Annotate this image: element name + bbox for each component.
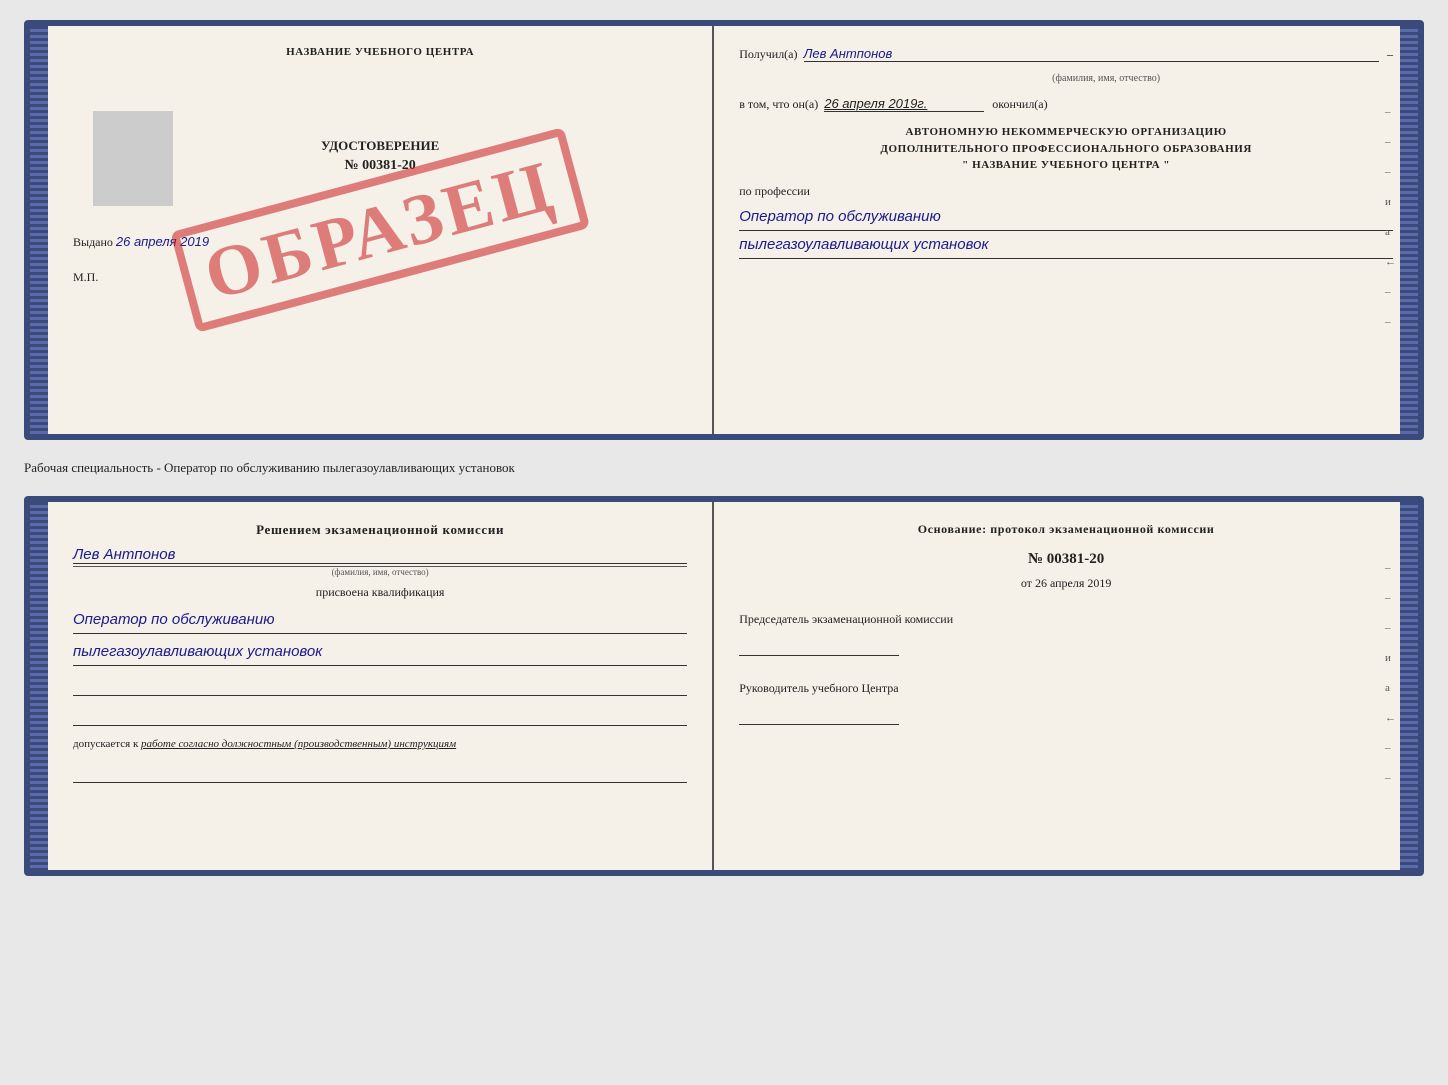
po-professii-label: по профессии [739, 184, 1393, 199]
decision-title: Решением экзаменационной комиссии [73, 522, 687, 538]
vydano-label: Выдано [73, 235, 113, 249]
proto-date-val: 26 апреля 2019 [1035, 576, 1111, 590]
side-mark-а: а [1385, 226, 1396, 238]
cert-vydano: Выдано 26 апреля 2019 [73, 234, 687, 250]
predsedatel-title: Председатель экзаменационной комиссии [739, 611, 1393, 628]
bottom-left-spine [30, 502, 48, 870]
bottom-certificate: Решением экзаменационной комиссии Лев Ан… [24, 496, 1424, 876]
separator-text: Рабочая специальность - Оператор по обсл… [24, 452, 1424, 484]
qual-line1: Оператор по обслуживанию [73, 606, 687, 634]
bsm-arr: ← [1385, 712, 1396, 724]
dopusk-text: допускается к работе согласно должностны… [73, 736, 687, 753]
side-mark-1: – [1385, 106, 1396, 118]
cert-left-panel: НАЗВАНИЕ УЧЕБНОГО ЦЕНТРА УДОСТОВЕРЕНИЕ №… [48, 26, 714, 434]
right-spine [1400, 26, 1418, 434]
side-mark-3: – [1385, 166, 1396, 178]
org-line3: " НАЗВАНИЕ УЧЕБНОГО ЦЕНТРА " [739, 157, 1393, 174]
rukovoditel-title: Руководитель учебного Центра [739, 680, 1393, 697]
empty-line-2 [73, 702, 687, 726]
vtom-row: в том, что он(а) 26 апреля 2019г. окончи… [739, 96, 1393, 112]
predsedatel-block: Председатель экзаменационной комиссии [739, 611, 1393, 656]
org-line2: ДОПОЛНИТЕЛЬНОГО ПРОФЕССИОНАЛЬНОГО ОБРАЗО… [739, 141, 1393, 158]
qual-line2: пылегазоулавливающих установок [73, 638, 687, 666]
vtom-date: 26 апреля 2019г. [824, 96, 984, 112]
bsm-а: а [1385, 682, 1396, 694]
cert-mp: М.П. [73, 270, 687, 285]
bsm-5: – [1385, 772, 1396, 784]
dopusk-value: работе согласно должностным (производств… [141, 738, 456, 750]
bottom-right-side-marks: – – – и а ← – – [1385, 562, 1396, 784]
bottom-left-panel: Решением экзаменационной комиссии Лев Ан… [48, 502, 714, 870]
side-mark-4: – [1385, 286, 1396, 298]
rukovoditel-sign-line [739, 703, 899, 725]
org-line1: АВТОНОМНУЮ НЕКОММЕРЧЕСКУЮ ОРГАНИЗАЦИЮ [739, 124, 1393, 141]
profession-line1: Оператор по обслуживанию [739, 203, 1393, 231]
poluchil-row: Получил(а) Лев Антпонов – [739, 46, 1393, 62]
decision-name: Лев Антпонов [73, 546, 687, 564]
org-block: АВТОНОМНУЮ НЕКОММЕРЧЕСКУЮ ОРГАНИЗАЦИЮ ДО… [739, 124, 1393, 174]
cert-school-title: НАЗВАНИЕ УЧЕБНОГО ЦЕНТРА [73, 46, 687, 58]
cert-photo-placeholder [93, 111, 173, 206]
prisvoena-label: присвоена квалификация [73, 585, 687, 600]
bsm-1: – [1385, 562, 1396, 574]
bottom-right-panel: Основание: протокол экзаменационной коми… [714, 502, 1418, 870]
side-mark-5: – [1385, 316, 1396, 328]
osnov-title: Основание: протокол экзаменационной коми… [739, 522, 1393, 537]
left-spine [30, 26, 48, 434]
empty-line-1 [73, 672, 687, 696]
top-certificate: НАЗВАНИЕ УЧЕБНОГО ЦЕНТРА УДОСТОВЕРЕНИЕ №… [24, 20, 1424, 440]
bsm-и: и [1385, 652, 1396, 664]
side-mark-2: – [1385, 136, 1396, 148]
cert-right-panel: Получил(а) Лев Антпонов – (фамилия, имя,… [714, 26, 1418, 434]
bsm-3: – [1385, 622, 1396, 634]
rukovoditel-block: Руководитель учебного Центра [739, 680, 1393, 725]
okonchill-label: окончил(а) [992, 97, 1047, 112]
side-mark-и: и [1385, 196, 1396, 208]
poluchil-value: Лев Антпонов [804, 46, 1380, 62]
bottom-fio-sub: (фамилия, имя, отчество) [73, 566, 687, 577]
empty-line-3 [73, 759, 687, 783]
poluchil-label: Получил(а) [739, 47, 797, 62]
bsm-2: – [1385, 592, 1396, 604]
vydano-date: 26 апреля 2019 [116, 234, 209, 249]
bsm-4: – [1385, 742, 1396, 754]
right-side-marks: – – – и а ← – – [1385, 106, 1396, 328]
vtom-label: в том, что он(а) [739, 97, 818, 112]
proto-date-prefix: от [1021, 576, 1032, 590]
fio-sub-text: (фамилия, имя, отчество) [1052, 73, 1160, 84]
profession-line2: пылегазоулавливающих установок [739, 231, 1393, 259]
bottom-right-spine [1400, 502, 1418, 870]
proto-date: от 26 апреля 2019 [739, 576, 1393, 591]
page-wrapper: НАЗВАНИЕ УЧЕБНОГО ЦЕНТРА УДОСТОВЕРЕНИЕ №… [24, 20, 1424, 876]
proto-number: № 00381-20 [739, 551, 1393, 568]
dash1: – [1387, 47, 1393, 62]
dopusk-prefix: допускается к [73, 738, 138, 750]
predsedatel-sign-line [739, 634, 899, 656]
fio-sub-top: (фамилия, имя, отчество) [819, 68, 1393, 86]
side-mark-arr: ← [1385, 256, 1396, 268]
